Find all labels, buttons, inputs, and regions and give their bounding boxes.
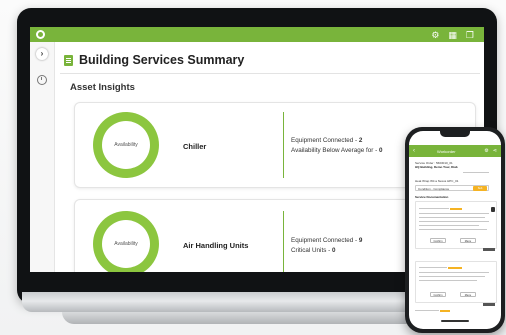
note-block: Confirm Menu [415, 201, 497, 249]
page-title-row: Building Services Summary [64, 53, 244, 67]
stat-availability-below-average: Availability Below Average for - 0 [291, 147, 383, 154]
title-divider [60, 73, 480, 74]
text-line [419, 213, 489, 215]
stat-equipment-connected: Equipment Connected - 2 [291, 137, 363, 144]
stat-critical-units: Critical Units - 0 [291, 247, 336, 254]
card-divider [283, 112, 284, 178]
asset-stats: Equipment Connected - 2 Availability Bel… [291, 136, 382, 156]
donut-label: Availability [114, 142, 138, 148]
highlight [448, 267, 462, 269]
donut-center: Availability [102, 220, 150, 268]
phone-notch [440, 131, 470, 137]
window-icon[interactable]: ❐ [466, 30, 474, 40]
text-line [419, 208, 449, 210]
phone-screen: ‹ Workorder ⚙ ⋖ Service Order : 5603010_… [409, 131, 501, 329]
text-line [419, 280, 477, 282]
card-divider [283, 211, 284, 272]
text-line [419, 276, 485, 278]
note-block-2: Confirm Menu [415, 261, 497, 303]
status-chip[interactable]: Sub [473, 185, 487, 191]
back-arrow-icon[interactable]: ‹ [413, 148, 415, 154]
asset-stats: Equipment Connected - 9 Critical Units -… [291, 236, 362, 256]
grid-icon[interactable]: ▦ [448, 30, 457, 40]
text-line [463, 172, 489, 174]
asset-name: Air Handling Units [183, 241, 249, 250]
side-rail: › [30, 42, 55, 272]
chevron-right-icon[interactable]: › [36, 48, 48, 60]
section-tab [483, 303, 495, 306]
phone-header: ‹ Workorder ⚙ ⋖ [409, 145, 501, 157]
donut-center: Availability [102, 121, 150, 169]
menu-button[interactable]: Menu [460, 238, 476, 243]
text-line [419, 267, 447, 269]
gear-icon[interactable]: ⚙ [431, 30, 439, 40]
asset-line: Heat Wrap Wit a Nexus HPC_01 [415, 179, 459, 183]
confirm-button[interactable]: Confirm [430, 292, 446, 297]
menu-button[interactable]: Menu [460, 292, 476, 297]
top-bar: ⚙ ▦ ❐ [30, 27, 484, 42]
text-line [419, 217, 485, 219]
text-line [419, 225, 479, 227]
phone-header-title: Workorder [437, 148, 456, 154]
monitor-base [62, 312, 462, 324]
share-icon[interactable]: ⋖ [493, 148, 497, 154]
highlight [440, 310, 450, 312]
gear-icon[interactable]: ⚙ [484, 148, 488, 154]
availability-donut: Availability [93, 112, 159, 178]
donut-label: Availability [114, 241, 138, 247]
history-icon[interactable] [37, 75, 47, 85]
phone-device: ‹ Workorder ⚙ ⋖ Service Order : 5603010_… [405, 127, 505, 333]
confirm-button[interactable]: Confirm [430, 238, 446, 243]
text-line [419, 229, 487, 231]
top-bar-icons: ⚙ ▦ ❐ [431, 30, 474, 40]
text-line [419, 221, 489, 223]
app-logo-icon[interactable] [36, 30, 45, 39]
page-title: Building Services Summary [79, 53, 245, 67]
service-documentation-label: Service Documentation [415, 195, 449, 199]
stat-equipment-connected: Equipment Connected - 9 [291, 237, 363, 244]
text-line [415, 310, 439, 312]
asset-name: Chiller [183, 142, 207, 151]
highlight [450, 208, 462, 210]
section-tab [483, 248, 495, 251]
home-indicator [441, 320, 469, 322]
availability-donut: Availability [93, 211, 159, 272]
location-line: HQ Building, Demo Tour, Diab [415, 165, 458, 169]
section-title: Asset Insights [70, 82, 135, 93]
document-icon [64, 54, 73, 66]
text-line [419, 272, 489, 274]
